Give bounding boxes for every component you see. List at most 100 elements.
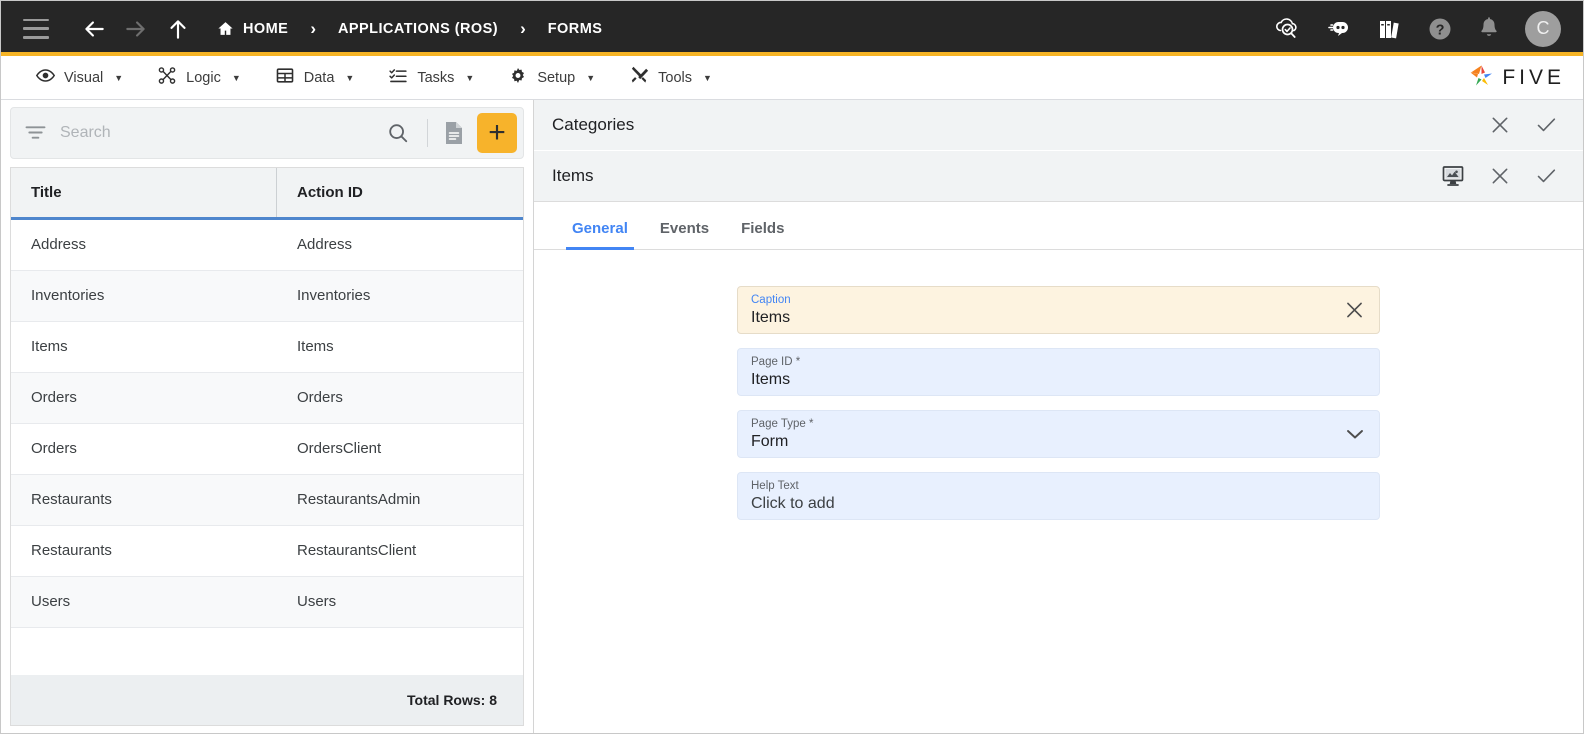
hamburger-menu-icon[interactable] (23, 18, 49, 39)
table-body: Address Address Inventories Inventories Item… (11, 219, 523, 675)
forward-arrow-icon[interactable] (119, 12, 153, 46)
brand-logo: FIVE (1468, 63, 1583, 93)
top-navigation-bar: HOME › APPLICATIONS (ROS) › FORMS ? C (1, 1, 1583, 56)
cell-title: Inventories (31, 287, 105, 305)
cell-title: Items (31, 338, 68, 356)
form-fields-column: Caption Items Page ID * Items Page Type … (737, 286, 1380, 733)
cell-title: Orders (31, 440, 77, 458)
breadcrumb-item-forms[interactable]: FORMS (548, 21, 603, 37)
help-text-field-value: Click to add (751, 494, 835, 512)
page-type-field[interactable]: Page Type * Form (737, 410, 1380, 458)
table-row[interactable]: Restaurants RestaurantsAdmin (11, 474, 523, 526)
menu-label-data: Data (303, 69, 335, 86)
search-input[interactable] (60, 123, 377, 142)
chevron-down-icon: ▼ (345, 72, 355, 83)
breadcrumb: HOME › APPLICATIONS (ROS) › FORMS (217, 19, 602, 39)
chevron-down-icon[interactable] (1345, 427, 1365, 441)
page-id-field[interactable]: Page ID * Items (737, 348, 1380, 396)
add-button[interactable]: + (477, 112, 517, 153)
page-type-field-label: Page Type * (751, 417, 814, 430)
cell-title: Users (31, 593, 71, 611)
brand-name: FIVE (1502, 65, 1565, 89)
table-row[interactable]: Users Users (11, 576, 523, 628)
document-icon[interactable] (436, 120, 472, 146)
confirm-icon[interactable] (1535, 115, 1557, 135)
application-window: HOME › APPLICATIONS (ROS) › FORMS ? C Vi… (0, 0, 1584, 734)
tab-general[interactable]: General (556, 220, 644, 250)
cell-action-id: Address (297, 236, 353, 254)
tools-icon (629, 66, 649, 89)
menu-label-tasks: Tasks (417, 69, 455, 86)
breadcrumb-separator: › (520, 18, 526, 38)
panel-header-categories: Categories (534, 100, 1583, 151)
table-row[interactable]: Orders Orders (11, 372, 523, 424)
filter-icon[interactable] (25, 124, 46, 141)
breadcrumb-label-forms: FORMS (547, 20, 603, 37)
clear-x-icon[interactable] (1344, 300, 1365, 321)
cell-title: Restaurants (31, 491, 112, 509)
cell-action-id: Orders (297, 389, 343, 407)
chevron-down-icon: ▼ (703, 72, 712, 83)
breadcrumb-label-home: HOME (243, 20, 289, 37)
menu-label-logic: Logic (186, 69, 221, 86)
categories-actions (1490, 115, 1565, 135)
menu-item-visual[interactable]: Visual ▼ (19, 56, 140, 99)
menu-item-data[interactable]: Data ▼ (258, 56, 372, 99)
menu-item-tasks[interactable]: Tasks ▼ (371, 56, 491, 99)
home-icon (217, 20, 234, 37)
toolbar-divider (427, 118, 428, 147)
add-button-label: + (488, 115, 506, 149)
chat-bot-icon[interactable] (1325, 18, 1353, 40)
close-icon[interactable] (1490, 115, 1510, 135)
column-header-title[interactable]: Title (11, 167, 277, 217)
screen-preview-icon[interactable] (1441, 164, 1465, 188)
cell-action-id: RestaurantsAdmin (297, 491, 421, 509)
task-list-icon (388, 66, 408, 89)
general-tab-content: Caption Items Page ID * Items Page Type … (534, 250, 1583, 733)
chevron-down-icon: ▼ (114, 72, 124, 83)
page-id-field-label: Page ID * (751, 355, 801, 368)
close-icon[interactable] (1490, 166, 1510, 186)
table-grid-icon (275, 66, 295, 89)
menu-item-tools[interactable]: Tools ▼ (612, 56, 729, 99)
caption-field-value: Items (751, 308, 791, 326)
column-header-action-id[interactable]: Action ID (277, 168, 523, 217)
table-row[interactable]: Orders OrdersClient (11, 423, 523, 475)
tab-events[interactable]: Events (644, 220, 725, 249)
total-rows-label: Total Rows: 8 (407, 692, 497, 708)
tab-fields[interactable]: Fields (725, 220, 800, 249)
table-row[interactable]: Address Address (11, 219, 523, 271)
table-row[interactable]: Items Items (11, 321, 523, 373)
confirm-icon[interactable] (1535, 166, 1557, 186)
search-toolbar: + (10, 107, 524, 159)
table-empty-row (11, 627, 523, 675)
search-icon[interactable] (377, 122, 419, 144)
caption-field[interactable]: Caption Items (737, 286, 1380, 334)
notifications-bell-icon[interactable] (1477, 16, 1501, 42)
caption-field-label: Caption (751, 293, 791, 306)
menu-item-logic[interactable]: Logic ▼ (140, 56, 258, 99)
breadcrumb-item-home[interactable]: HOME (217, 20, 288, 37)
help-text-field[interactable]: Help Text Click to add (737, 472, 1380, 520)
logic-nodes-icon (157, 66, 177, 89)
cell-action-id: Items (297, 338, 334, 356)
cell-title: Restaurants (31, 542, 112, 560)
panel-title-items: Items (552, 166, 594, 185)
eye-icon (35, 66, 56, 89)
breadcrumb-label-applications: APPLICATIONS (ROS) (337, 20, 499, 37)
gear-icon (508, 66, 528, 89)
menu-item-setup[interactable]: Setup ▼ (491, 56, 612, 99)
panel-header-items: Items (534, 151, 1583, 202)
up-arrow-icon[interactable] (161, 12, 195, 46)
avatar[interactable]: C (1525, 10, 1561, 47)
cloud-search-icon[interactable] (1273, 16, 1301, 42)
left-list-panel: + Title Action ID Address Address Inventor… (1, 100, 534, 733)
breadcrumb-item-applications[interactable]: APPLICATIONS (ROS) (338, 21, 498, 37)
table-row[interactable]: Restaurants RestaurantsClient (11, 525, 523, 577)
help-icon[interactable]: ? (1427, 16, 1453, 42)
five-pinwheel-icon (1468, 63, 1495, 93)
main-menu-bar: Visual ▼ Logic ▼ Data ▼ Tasks ▼ Setup ▼ … (1, 56, 1583, 100)
library-books-icon[interactable] (1377, 17, 1403, 41)
back-arrow-icon[interactable] (77, 12, 111, 46)
table-row[interactable]: Inventories Inventories (11, 270, 523, 322)
